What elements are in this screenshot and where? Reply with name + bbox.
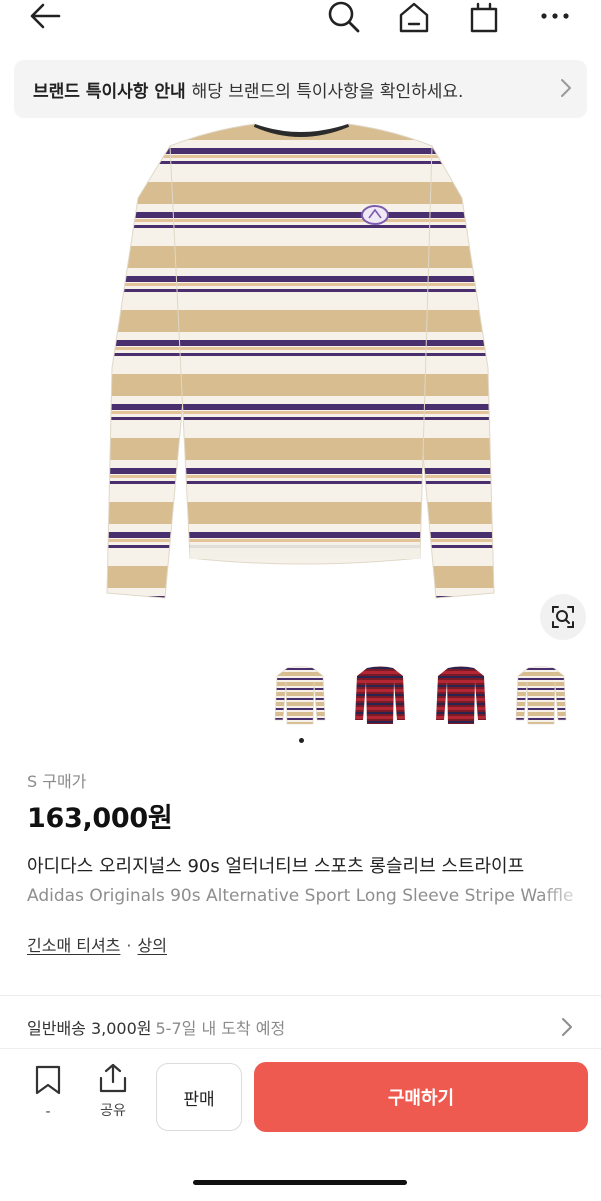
- category-link-tops[interactable]: 상의: [138, 936, 167, 955]
- share-button[interactable]: 공유: [92, 1062, 134, 1120]
- category-link-long-sleeve[interactable]: 긴소매 티셔츠: [27, 936, 120, 955]
- wishlist-button[interactable]: -: [30, 1064, 66, 1120]
- product-price: 163,000원: [27, 803, 173, 834]
- category-breadcrumb: 긴소매 티셔츠 · 상의: [27, 932, 167, 956]
- shipping-info[interactable]: 일반배송 3,000원 5-7일 내 도착 예정: [27, 1015, 285, 1039]
- thumbnail-beige-striped[interactable]: [273, 662, 327, 728]
- brand-notice-banner[interactable]: 브랜드 특이사항 안내 해당 브랜드의 특이사항을 확인하세요.: [14, 60, 587, 118]
- brand-notice-title: 브랜드 특이사항 안내: [33, 81, 186, 102]
- thumbnail-beige-striped[interactable]: [514, 662, 568, 728]
- home-indicator: [193, 1180, 407, 1185]
- share-label: 공유: [100, 1103, 126, 1119]
- shipping-method: 일반배송 3,000원: [27, 1019, 152, 1038]
- shipping-eta: 5-7일 내 도착 예정: [155, 1019, 286, 1038]
- chevron-right-icon[interactable]: [560, 1016, 574, 1042]
- product-thumbnail-strip: [0, 662, 601, 730]
- more-dots-icon[interactable]: [538, 2, 572, 30]
- buy-button[interactable]: 구매하기: [254, 1062, 588, 1132]
- search-icon[interactable]: [326, 0, 362, 34]
- home-icon[interactable]: [396, 0, 432, 34]
- product-title-english: Adidas Originals 90s Alternative Sport L…: [27, 886, 574, 906]
- wishlist-count: -: [45, 1104, 51, 1120]
- sell-button[interactable]: 판매: [156, 1063, 242, 1131]
- product-title-korean: 아디다스 오리지널스 90s 얼터너티브 스포츠 롱슬리브 스트라이프: [27, 856, 525, 877]
- bookmark-icon: [33, 1065, 63, 1100]
- brand-notice-text: 해당 브랜드의 특이사항을 확인하세요.: [191, 81, 464, 102]
- gallery-page-indicator: [299, 738, 304, 743]
- thumbnail-burgundy-striped[interactable]: [353, 662, 407, 728]
- product-main-image[interactable]: [0, 118, 601, 658]
- category-separator: ·: [126, 936, 132, 955]
- chevron-right-icon: [559, 77, 573, 103]
- arrow-left-icon[interactable]: [26, 0, 64, 32]
- top-navigation-bar: [0, 0, 601, 40]
- share-icon: [96, 1063, 130, 1098]
- title-fade-overlay: [540, 846, 601, 918]
- size-price-label: S 구매가: [27, 772, 87, 791]
- shopping-bag-icon[interactable]: [466, 0, 502, 34]
- image-search-icon[interactable]: [540, 594, 586, 640]
- thumbnail-burgundy-striped[interactable]: [434, 662, 488, 728]
- section-divider: [0, 995, 601, 996]
